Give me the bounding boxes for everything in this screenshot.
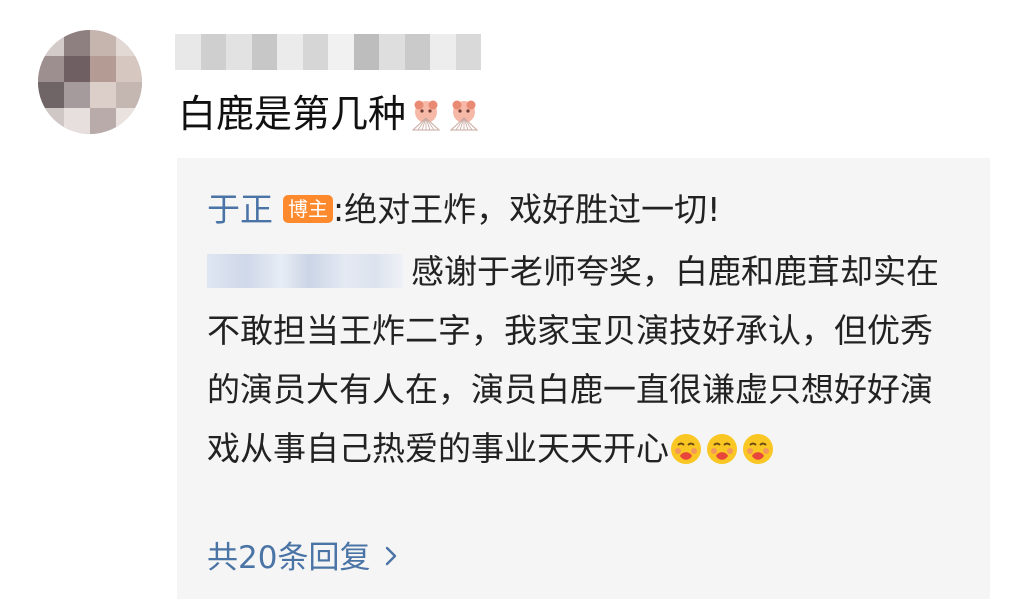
more-replies-label: 共20条回复 xyxy=(207,540,371,576)
reply-author-link[interactable]: 于正 xyxy=(207,190,273,229)
reply-text: 绝对王炸，戏好胜过一切! xyxy=(344,190,721,229)
comment-text: 白鹿是第几种 xyxy=(178,92,407,136)
kiss-face-emoji-icon xyxy=(707,434,737,464)
kiss-face-emoji-icon xyxy=(743,434,773,464)
commenter-username-blurred[interactable] xyxy=(175,34,481,70)
comment-text-line: 白鹿是第几种 xyxy=(178,88,482,140)
reply-item: 感谢于老师夸奖，白鹿和鹿茸却实在不敢担当王炸二字，我家宝贝演技好承认，但优秀的演… xyxy=(207,242,957,478)
reply-author-blurred[interactable] xyxy=(207,254,403,288)
author-badge: 博主 xyxy=(283,195,333,223)
view-more-replies-link[interactable]: 共20条回复 xyxy=(207,536,402,580)
reply-item: 于正 博主:绝对王炸，戏好胜过一切! xyxy=(207,186,720,234)
reply-thread: 于正 博主:绝对王炸，戏好胜过一切! 感谢于老师夸奖，白鹿和鹿茸却实在不敢担当王炸… xyxy=(177,158,990,599)
reply-separator: : xyxy=(333,190,345,229)
commenter-avatar[interactable] xyxy=(38,30,142,134)
fan-face-emoji-icon xyxy=(449,100,479,131)
chevron-right-icon xyxy=(386,546,397,566)
fan-face-emoji-icon xyxy=(411,100,441,131)
kiss-face-emoji-icon xyxy=(671,434,701,464)
